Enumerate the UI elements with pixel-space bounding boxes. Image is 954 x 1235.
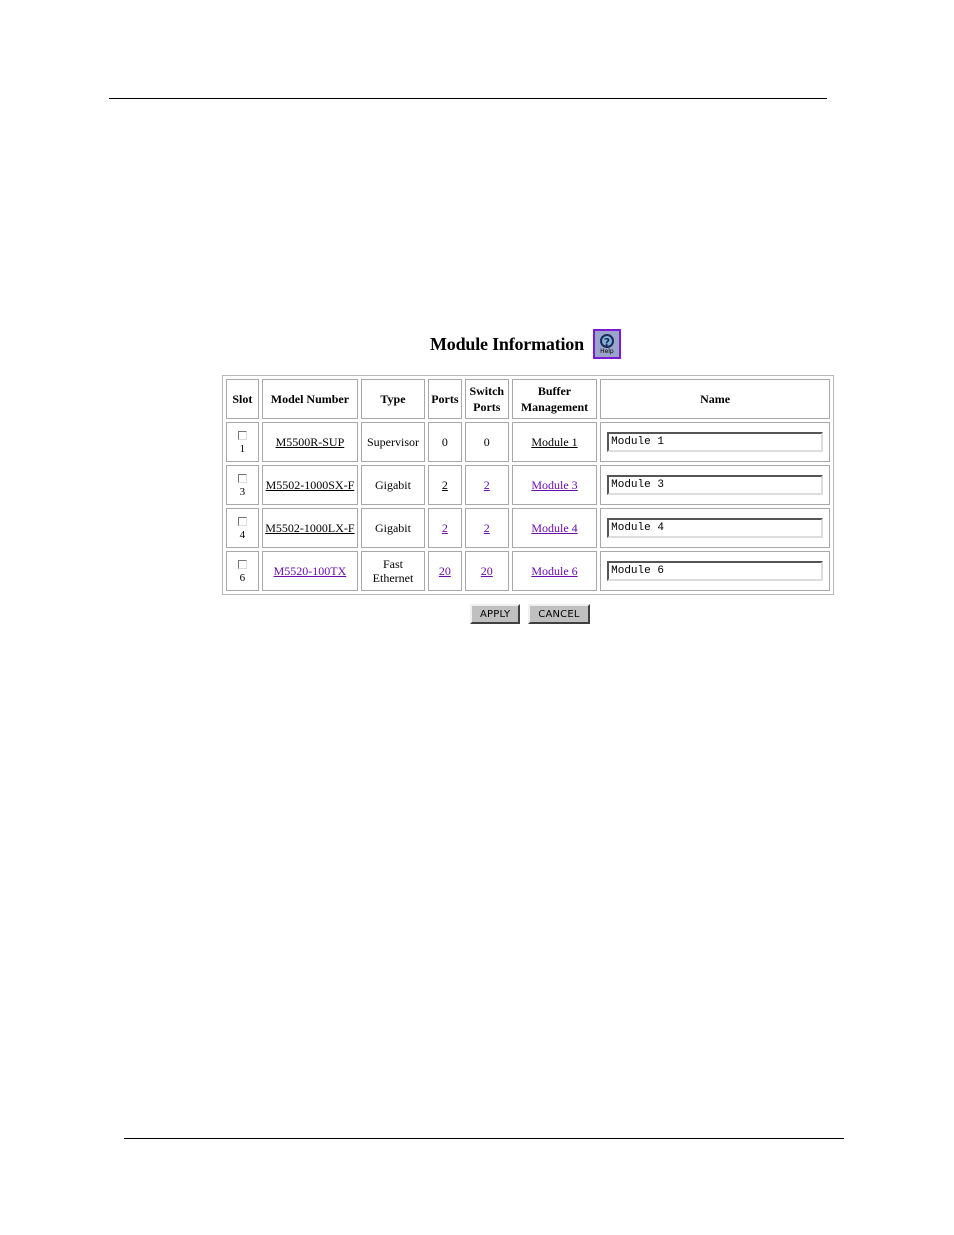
ports-link[interactable]: 2 [442, 478, 448, 492]
header-ports: Ports [427, 379, 462, 419]
buffer-link[interactable]: Module 3 [531, 478, 577, 492]
slot-cell: 4 [226, 508, 259, 548]
type-cell: Fast Ethernet [361, 551, 425, 591]
header-switch-ports: Switch Ports [464, 379, 509, 419]
slot-number: 3 [239, 486, 246, 498]
header-buffer-management: Buffer Management [511, 379, 598, 419]
help-label: Help [600, 347, 614, 355]
buffer-link[interactable]: Module 6 [531, 564, 577, 578]
model-cell: M5500R-SUP [261, 422, 359, 462]
ports-cell: 2 [427, 508, 462, 548]
header-model-number: Model Number [261, 379, 359, 419]
apply-button[interactable]: APPLY [470, 604, 521, 624]
slot-cell: 6 [226, 551, 259, 591]
slot-number: 6 [239, 572, 246, 584]
cancel-button[interactable]: CANCEL [528, 604, 590, 624]
switch-ports-cell: 2 [464, 465, 509, 505]
slot-number: 1 [239, 443, 246, 455]
buffer-cell: Module 1 [511, 422, 598, 462]
name-cell [600, 551, 830, 591]
type-cell: Gigabit [361, 508, 425, 548]
header-slot: Slot [226, 379, 259, 419]
type-line2: Ethernet [372, 571, 414, 585]
header-name: Name [600, 379, 830, 419]
module-table: Slot Model Number Type Ports Switch Ports… [222, 375, 834, 595]
buffer-cell: Module 6 [511, 551, 598, 591]
model-link[interactable]: M5500R-SUP [276, 435, 345, 449]
name-input[interactable] [607, 475, 824, 495]
model-cell: M5502-1000SX-F [261, 465, 359, 505]
slot-number: 4 [239, 529, 246, 541]
header-switch-ports-line2: Ports [473, 400, 501, 414]
slot-checkbox[interactable] [237, 517, 247, 526]
table-row: 1 M5500R-SUP Supervisor 0 0 Module 1 [226, 422, 830, 462]
header-rule [109, 98, 827, 99]
buffer-link[interactable]: Module 4 [531, 521, 577, 535]
help-button[interactable]: ? Help [592, 329, 621, 359]
ports-link[interactable]: 20 [439, 564, 451, 578]
table-header-row: Slot Model Number Type Ports Switch Ports… [226, 379, 830, 419]
switch-ports-link[interactable]: 20 [481, 564, 493, 578]
name-cell [600, 465, 830, 505]
table-row: 3 M5502-1000SX-F Gigabit 2 2 Module 3 [226, 465, 830, 505]
table-row: 4 M5502-1000LX-F Gigabit 2 2 Module 4 [226, 508, 830, 548]
switch-ports-cell: 2 [464, 508, 509, 548]
model-cell: M5520-100TX [261, 551, 359, 591]
ports-cell: 0 [427, 422, 462, 462]
header-buffer-line1: Buffer [537, 384, 572, 398]
name-input[interactable] [607, 518, 824, 538]
slot-cell: 1 [226, 422, 259, 462]
name-input[interactable] [607, 561, 824, 581]
slot-checkbox[interactable] [237, 431, 247, 440]
title-bar: Module Information ? Help [430, 326, 621, 362]
ports-cell: 20 [427, 551, 462, 591]
header-buffer-line2: Management [520, 400, 589, 414]
buffer-link[interactable]: Module 1 [531, 435, 577, 449]
model-link[interactable]: M5520-100TX [274, 564, 347, 578]
buffer-cell: Module 3 [511, 465, 598, 505]
slot-checkbox[interactable] [237, 474, 247, 483]
help-icon: ? [599, 333, 614, 349]
name-input[interactable] [607, 432, 824, 452]
table-row: 6 M5520-100TX Fast Ethernet 20 20 Module … [226, 551, 830, 591]
buffer-cell: Module 4 [511, 508, 598, 548]
header-switch-ports-line1: Switch [469, 384, 505, 398]
switch-ports-cell: 0 [464, 422, 509, 462]
slot-checkbox[interactable] [237, 560, 247, 569]
switch-ports-link[interactable]: 2 [484, 521, 490, 535]
type-line1: Fast [382, 557, 403, 571]
type-cell: Supervisor [361, 422, 425, 462]
ports-cell: 2 [427, 465, 462, 505]
switch-ports-link[interactable]: 2 [484, 478, 490, 492]
footer-rule [124, 1138, 844, 1139]
switch-ports-cell: 20 [464, 551, 509, 591]
model-cell: M5502-1000LX-F [261, 508, 359, 548]
model-link[interactable]: M5502-1000LX-F [265, 521, 354, 535]
header-type: Type [361, 379, 425, 419]
name-cell [600, 508, 830, 548]
type-cell: Gigabit [361, 465, 425, 505]
form-buttons: APPLY CANCEL [470, 604, 590, 624]
page-title: Module Information [430, 333, 584, 354]
slot-cell: 3 [226, 465, 259, 505]
model-link[interactable]: M5502-1000SX-F [266, 478, 355, 492]
name-cell [600, 422, 830, 462]
ports-link[interactable]: 2 [442, 521, 448, 535]
